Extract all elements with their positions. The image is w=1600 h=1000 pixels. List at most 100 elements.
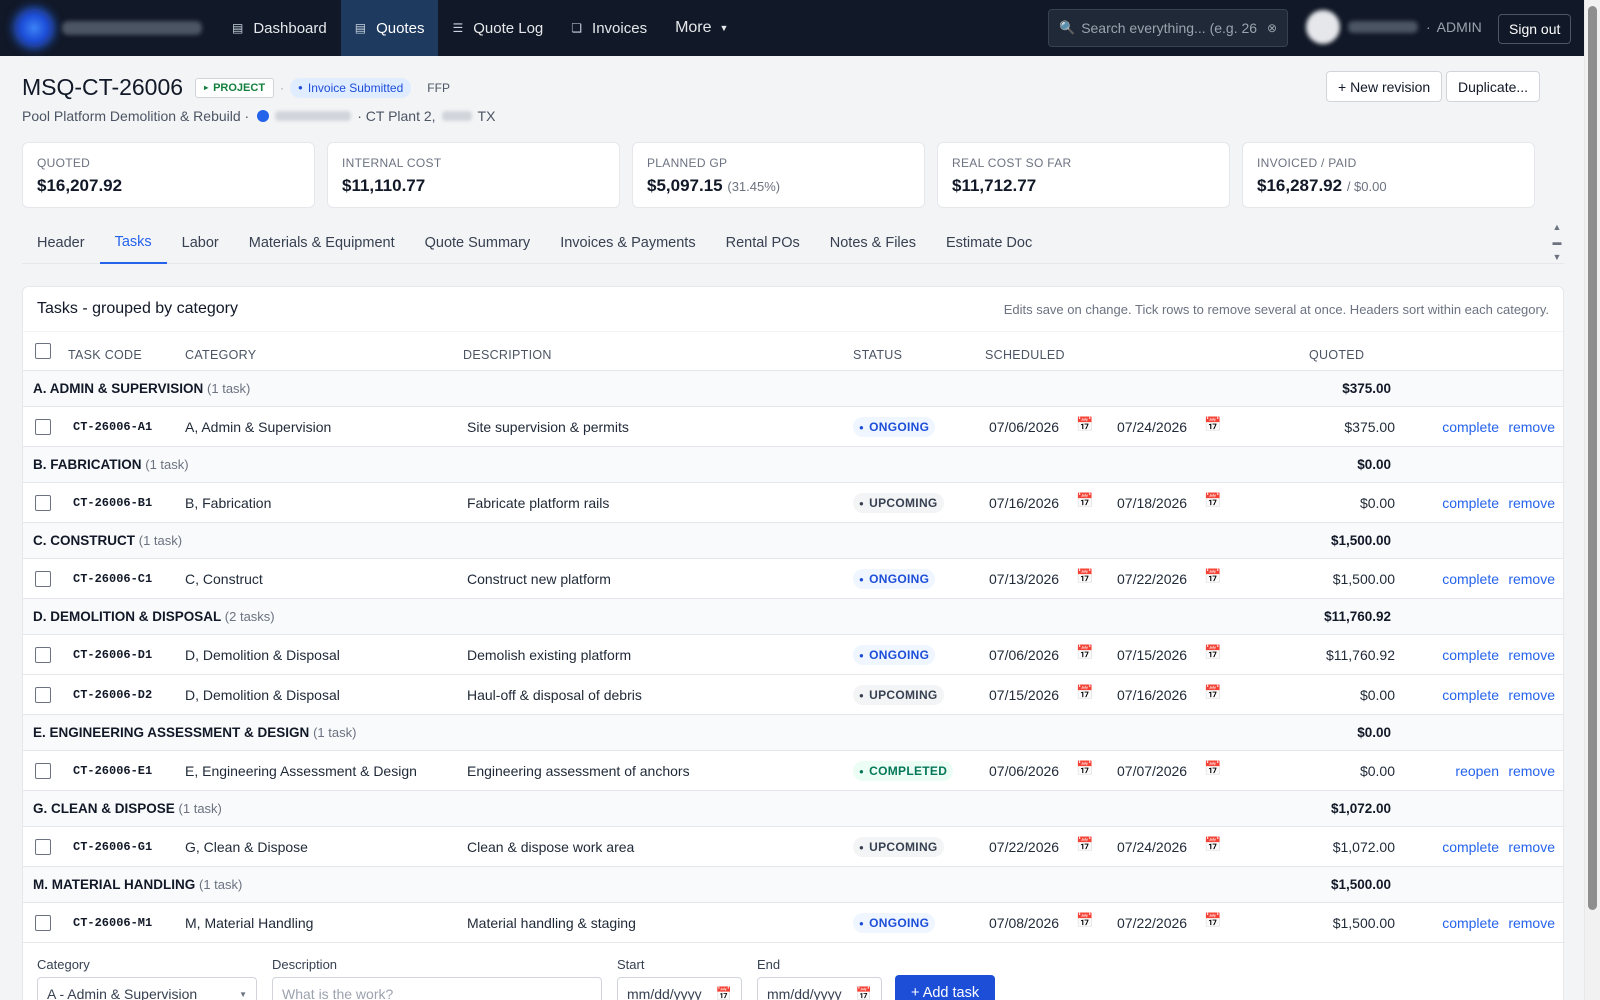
start-date-input[interactable]: 07/06/2026 [989, 647, 1059, 663]
task-description[interactable]: Fabricate platform rails [467, 495, 609, 511]
end-date-input[interactable]: mm/dd/yyyy 📅 [757, 977, 882, 1000]
tab-notes-files[interactable]: Notes & Files [815, 222, 931, 264]
calendar-icon[interactable]: 📅 [1076, 644, 1093, 661]
start-date-input[interactable]: 07/08/2026 [989, 915, 1059, 931]
calendar-icon[interactable]: 📅 [1076, 684, 1093, 701]
row-checkbox[interactable] [35, 839, 51, 855]
add-task-button[interactable]: + Add task [895, 975, 996, 1000]
complete-link[interactable]: complete [1442, 915, 1499, 931]
end-date-input[interactable]: 07/24/2026 [1117, 839, 1187, 855]
end-date-input[interactable]: 07/22/2026 [1117, 571, 1187, 587]
complete-link[interactable]: complete [1442, 419, 1499, 435]
start-date-input[interactable]: 07/06/2026 [989, 763, 1059, 779]
status-badge[interactable]: ● ONGOING [853, 913, 936, 933]
tab-quote-summary[interactable]: Quote Summary [410, 222, 546, 264]
row-checkbox[interactable] [35, 687, 51, 703]
end-date-input[interactable]: 07/24/2026 [1117, 419, 1187, 435]
calendar-icon[interactable]: 📅 [1076, 912, 1093, 929]
scrollbar-thumb[interactable] [1588, 6, 1597, 910]
remove-link[interactable]: remove [1508, 763, 1555, 779]
col-description[interactable]: DESCRIPTION [463, 348, 552, 362]
category-select[interactable]: A - Admin & Supervision ▼ [37, 977, 257, 1000]
status-badge[interactable]: ● ONGOING [853, 569, 936, 589]
sign-out-button[interactable]: Sign out [1498, 14, 1572, 44]
user-menu[interactable]: · ADMIN [1306, 10, 1482, 44]
col-quoted[interactable]: QUOTED [1309, 348, 1364, 362]
description-input[interactable]: What is the work? [272, 977, 602, 1000]
calendar-icon[interactable]: 📅 [1076, 416, 1093, 433]
calendar-icon[interactable]: 📅 [1076, 836, 1093, 853]
nav-invoices[interactable]: ❏ Invoices [557, 0, 661, 56]
start-date-input[interactable]: mm/dd/yyyy 📅 [617, 977, 742, 1000]
task-description[interactable]: Site supervision & permits [467, 419, 629, 435]
remove-link[interactable]: remove [1508, 839, 1555, 855]
calendar-icon[interactable]: 📅 [1204, 760, 1221, 777]
scroll-up-icon[interactable]: ▲ [1553, 222, 1562, 232]
status-badge[interactable]: ● UPCOMING [853, 837, 944, 857]
calendar-icon[interactable]: 📅 [1076, 760, 1093, 777]
tab-header[interactable]: Header [22, 222, 100, 264]
task-description[interactable]: Haul-off & disposal of debris [467, 687, 642, 703]
calendar-icon[interactable]: 📅 [1204, 684, 1221, 701]
start-date-input[interactable]: 07/16/2026 [989, 495, 1059, 511]
nav-dashboard[interactable]: ▤ Dashboard [218, 0, 341, 56]
status-badge[interactable]: ● ONGOING [853, 645, 936, 665]
tab-materials-equipment[interactable]: Materials & Equipment [234, 222, 410, 264]
remove-link[interactable]: remove [1508, 495, 1555, 511]
status-badge[interactable]: ● UPCOMING [853, 685, 944, 705]
row-checkbox[interactable] [35, 571, 51, 587]
scroll-down-icon[interactable]: ▼ [1553, 252, 1562, 262]
calendar-icon[interactable]: 📅 [1076, 568, 1093, 585]
calendar-icon[interactable]: 📅 [1204, 568, 1221, 585]
row-checkbox[interactable] [35, 763, 51, 779]
complete-link[interactable]: complete [1442, 495, 1499, 511]
calendar-icon[interactable]: 📅 [1204, 492, 1221, 509]
task-category[interactable]: C, Construct [185, 571, 263, 587]
nav-quotes[interactable]: ▤ Quotes [340, 0, 439, 56]
reopen-link[interactable]: reopen [1455, 763, 1499, 779]
nav-quote-log[interactable]: ☰ Quote Log [438, 0, 557, 56]
start-date-input[interactable]: 07/22/2026 [989, 839, 1059, 855]
global-search-input[interactable]: 🔍 Search everything... (e.g. 26 ⊗ [1048, 9, 1288, 47]
task-category[interactable]: B, Fabrication [185, 495, 271, 511]
task-description[interactable]: Demolish existing platform [467, 647, 631, 663]
task-category[interactable]: M, Material Handling [185, 915, 313, 931]
end-date-input[interactable]: 07/18/2026 [1117, 495, 1187, 511]
remove-link[interactable]: remove [1508, 647, 1555, 663]
remove-link[interactable]: remove [1508, 571, 1555, 587]
calendar-icon[interactable]: 📅 [1204, 644, 1221, 661]
task-description[interactable]: Engineering assessment of anchors [467, 763, 690, 779]
tab-labor[interactable]: Labor [167, 222, 234, 264]
task-category[interactable]: A, Admin & Supervision [185, 419, 331, 435]
status-badge[interactable]: ● COMPLETED [853, 761, 954, 781]
complete-link[interactable]: complete [1442, 687, 1499, 703]
nav-more-dropdown[interactable]: More ▼ [661, 0, 742, 56]
brand[interactable] [0, 8, 218, 48]
start-date-input[interactable]: 07/15/2026 [989, 687, 1059, 703]
remove-link[interactable]: remove [1508, 915, 1555, 931]
start-date-input[interactable]: 07/13/2026 [989, 571, 1059, 587]
select-all-checkbox[interactable] [35, 343, 51, 359]
status-badge[interactable]: ● ONGOING [853, 417, 936, 437]
tab-estimate-doc[interactable]: Estimate Doc [931, 222, 1047, 264]
calendar-icon[interactable]: 📅 [1204, 912, 1221, 929]
col-task-code[interactable]: TASK CODE [68, 348, 142, 362]
row-checkbox[interactable] [35, 495, 51, 511]
new-revision-button[interactable]: + New revision [1326, 71, 1443, 102]
page-scrollbar[interactable] [1584, 0, 1600, 1000]
end-date-input[interactable]: 07/22/2026 [1117, 915, 1187, 931]
task-category[interactable]: D, Demolition & Disposal [185, 647, 340, 663]
duplicate-button[interactable]: Duplicate... [1446, 71, 1541, 102]
calendar-icon[interactable]: 📅 [1204, 416, 1221, 433]
task-category[interactable]: D, Demolition & Disposal [185, 687, 340, 703]
task-description[interactable]: Material handling & staging [467, 915, 636, 931]
task-category[interactable]: E, Engineering Assessment & Design [185, 763, 417, 779]
clear-search-icon[interactable]: ⊗ [1267, 21, 1277, 35]
task-description[interactable]: Construct new platform [467, 571, 611, 587]
calendar-icon[interactable]: 📅 [716, 986, 732, 1000]
tab-invoices-payments[interactable]: Invoices & Payments [545, 222, 710, 264]
status-badge[interactable]: ● UPCOMING [853, 493, 944, 513]
tab-rental-pos[interactable]: Rental POs [711, 222, 815, 264]
end-date-input[interactable]: 07/16/2026 [1117, 687, 1187, 703]
row-checkbox[interactable] [35, 647, 51, 663]
